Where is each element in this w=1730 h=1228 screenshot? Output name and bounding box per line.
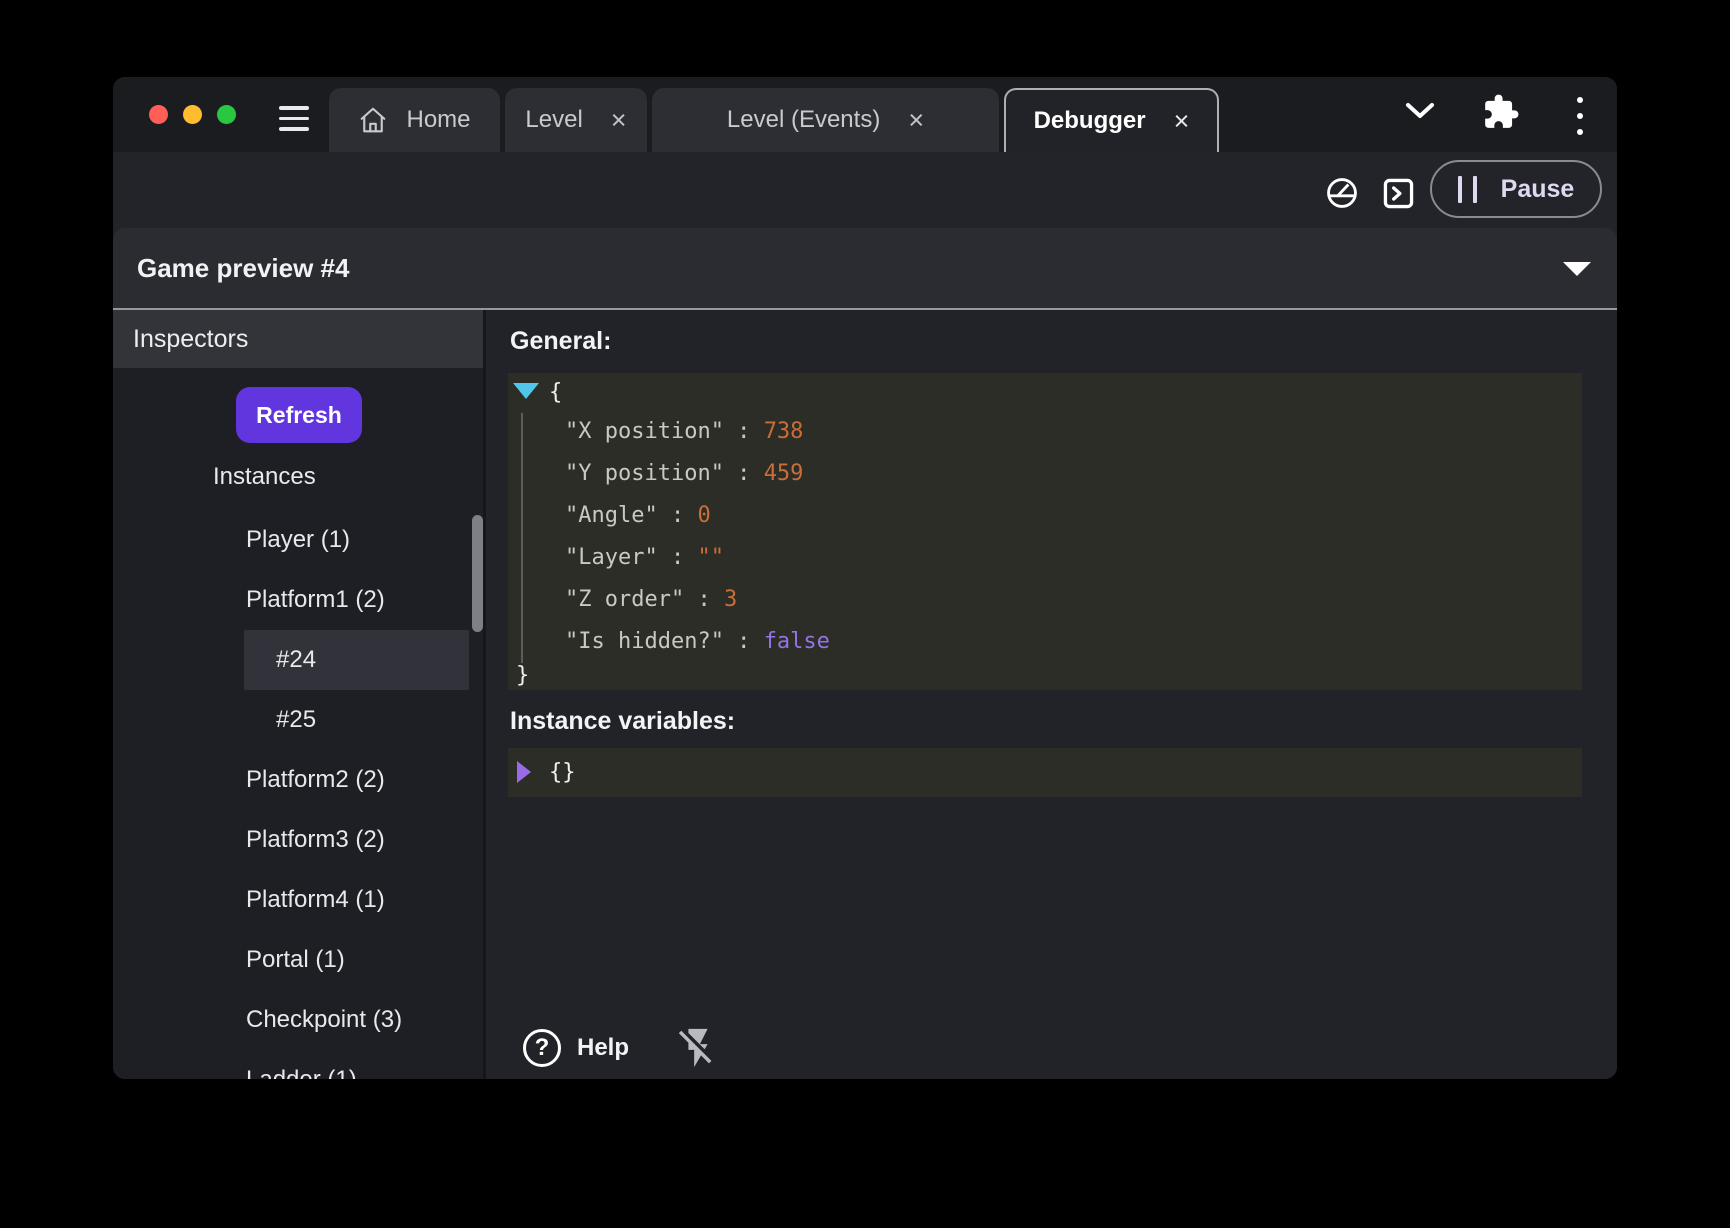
json-row-x-position: "X position" : 738 [565,411,803,453]
editor-tabs: Home Level × Level (Events) × Debugger × [329,88,1219,152]
tab-debugger[interactable]: Debugger × [1004,88,1219,152]
profiler-gauge-icon[interactable] [1325,176,1359,210]
game-preview-accordion[interactable]: Game preview #4 [113,228,1617,308]
json-row-angle: "Angle" : 0 [565,495,711,537]
tab-label: Level (Events) [727,106,880,134]
json-key: "Y position" : [565,461,764,486]
instances-tree: Player (1) Platform1 (2) #24 #25 Platfor… [113,510,483,1079]
debugger-toolbar: Pause [113,152,1617,228]
tree-item-instance-25[interactable]: #25 [113,690,483,750]
home-icon [358,105,388,135]
menu-icon[interactable] [279,106,309,131]
json-value[interactable]: 0 [697,503,710,528]
window-controls [149,105,236,124]
instances-root-label[interactable]: Instances [213,463,316,491]
variables-json-tree: {} [508,748,1582,797]
variables-collapsed-value[interactable]: {} [549,748,576,797]
console-icon[interactable] [1382,177,1415,210]
app-window: Home Level × Level (Events) × Debugger × [113,77,1617,1079]
minimize-window-button[interactable] [183,105,202,124]
json-value[interactable]: 459 [764,461,804,486]
tab-home[interactable]: Home [329,88,500,152]
zoom-window-button[interactable] [217,105,236,124]
json-value[interactable]: false [764,629,830,654]
inspectors-sidebar: Inspectors Refresh Instances Player (1) … [113,310,483,1079]
tree-item-platform4[interactable]: Platform4 (1) [113,870,483,930]
close-window-button[interactable] [149,105,168,124]
json-value[interactable]: "" [697,545,724,570]
screen: Home Level × Level (Events) × Debugger × [0,0,1730,1228]
tree-item-ladder[interactable]: Ladder (1) [113,1050,483,1079]
tree-item-portal[interactable]: Portal (1) [113,930,483,990]
tree-item-platform1[interactable]: Platform1 (2) [113,570,483,630]
pause-button-label: Pause [1501,175,1575,204]
json-key: "X position" : [565,419,764,444]
tab-label: Level [525,106,582,134]
close-icon[interactable]: × [611,107,627,134]
help-row: ? Help [523,1025,721,1071]
json-row-is-hidden: "Is hidden?" : false [565,621,830,663]
json-key: "Is hidden?" : [565,629,764,654]
accordion-caret-icon[interactable] [1563,262,1591,276]
help-icon[interactable]: ? [523,1029,561,1067]
expand-arrow-icon[interactable] [517,761,531,783]
json-value[interactable]: 738 [764,419,804,444]
tab-label: Home [406,106,470,134]
instance-variables-heading: Instance variables: [510,707,735,736]
tab-level[interactable]: Level × [505,88,647,152]
pause-button[interactable]: Pause [1430,160,1602,218]
tab-bar: Home Level × Level (Events) × Debugger × [113,77,1617,152]
tree-item-checkpoint[interactable]: Checkpoint (3) [113,990,483,1050]
sidebar-scrollbar[interactable] [472,515,483,632]
general-json-tree: { "X position" : 738 "Y position" : 459 … [508,373,1582,690]
tree-item-platform3[interactable]: Platform3 (2) [113,810,483,870]
collapse-arrow-icon[interactable] [513,383,539,399]
tab-label: Debugger [1034,107,1146,135]
close-icon[interactable]: × [1174,108,1190,135]
refresh-button[interactable]: Refresh [236,387,362,443]
debugger-content: Inspectors Refresh Instances Player (1) … [113,310,1617,1079]
json-key: "Angle" : [565,503,697,528]
game-preview-title: Game preview #4 [137,228,349,308]
help-label[interactable]: Help [577,1034,629,1062]
tree-guide-line [521,413,523,663]
extensions-puzzle-icon[interactable] [1482,93,1520,131]
pause-icon [1458,176,1477,203]
inspectors-header: Inspectors [113,310,483,368]
json-key: "Z order" : [565,587,724,612]
json-value[interactable]: 3 [724,587,737,612]
close-brace: } [516,663,529,688]
tree-item-instance-24[interactable]: #24 [244,630,469,690]
flash-off-icon[interactable] [675,1025,721,1071]
close-icon[interactable]: × [908,107,924,134]
inspector-panel: General: { "X position" : 738 "Y positio… [486,310,1617,1079]
json-row-layer: "Layer" : "" [565,537,724,579]
kebab-menu-icon[interactable] [1577,97,1583,135]
json-key: "Layer" : [565,545,697,570]
json-row-z-order: "Z order" : 3 [565,579,737,621]
json-row-y-position: "Y position" : 459 [565,453,803,495]
open-brace: { [549,380,562,405]
tree-item-player[interactable]: Player (1) [113,510,483,570]
tab-level-events[interactable]: Level (Events) × [652,88,999,152]
chevron-down-icon[interactable] [1404,101,1436,121]
general-heading: General: [510,327,611,356]
tree-item-platform2[interactable]: Platform2 (2) [113,750,483,810]
